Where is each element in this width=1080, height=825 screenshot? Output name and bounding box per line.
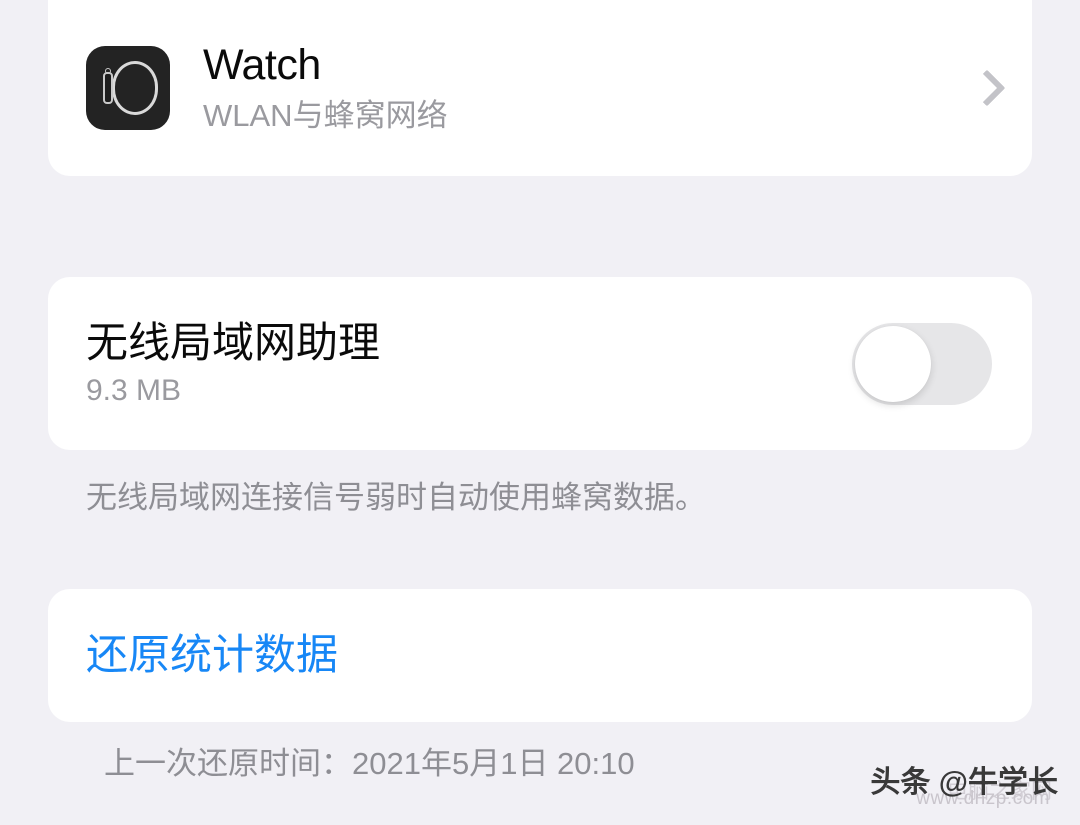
chevron-right-icon[interactable] (972, 66, 998, 110)
wlan-assist-title: 无线局域网助理 (86, 318, 381, 366)
primary-watermark: 头条 @牛学长 (870, 766, 1058, 799)
watch-side-button-shape (103, 72, 113, 104)
wlan-assist-toggle[interactable] (852, 322, 992, 405)
watch-crown-shape (105, 68, 111, 74)
wlan-assist-row: 无线局域网助理 9.3 MB (48, 277, 1032, 450)
last-reset-time: 上一次还原时间：2021年5月1日 20:10 (104, 746, 635, 781)
apple-watch-icon (86, 46, 170, 130)
watch-row-subtitle: WLAN与蜂窝网络 (203, 98, 448, 134)
watch-settings-row[interactable]: Watch WLAN与蜂窝网络 (48, 0, 1032, 176)
toggle-knob (855, 325, 931, 402)
reset-statistics-button[interactable]: 还原统计数据 (86, 589, 338, 722)
watch-row-title: Watch (203, 41, 321, 90)
wlan-assist-data-usage: 9.3 MB (86, 373, 182, 407)
watch-card: Watch WLAN与蜂窝网络 (48, 0, 1032, 176)
watch-case-shape (112, 61, 158, 115)
wlan-assist-footnote: 无线局域网连接信号弱时自动使用蜂窝数据。 (86, 480, 706, 515)
watch-row-text: Watch WLAN与蜂窝网络 (203, 41, 958, 134)
wlan-assist-text: 无线局域网助理 9.3 MB (86, 319, 852, 409)
settings-screen: Watch WLAN与蜂窝网络 无线局域网助理 9.3 MB 无线局域网连接信号… (0, 0, 1080, 825)
reset-statistics-card[interactable]: 还原统计数据 (48, 589, 1032, 722)
wlan-assist-card: 无线局域网助理 9.3 MB (48, 277, 1032, 450)
